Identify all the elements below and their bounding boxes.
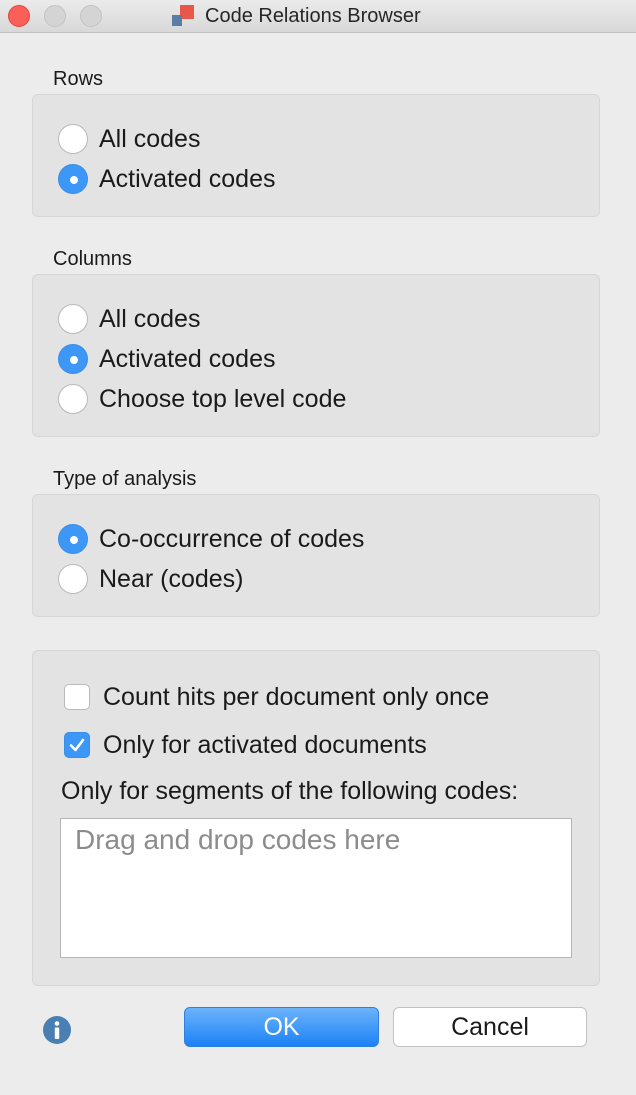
- analysis-group: [32, 494, 600, 617]
- segments-codes-label: Only for segments of the following codes…: [61, 777, 519, 805]
- radio-button[interactable]: [58, 124, 88, 154]
- columns-option-activated-codes-label: Activated codes: [99, 345, 276, 373]
- close-window-button[interactable]: [8, 5, 30, 27]
- checkmark-icon: [69, 738, 85, 752]
- cancel-button[interactable]: Cancel: [393, 1007, 587, 1047]
- rows-option-all-codes[interactable]: All codes: [58, 124, 200, 154]
- drop-area-placeholder: Drag and drop codes here: [75, 824, 401, 855]
- activated-documents-label: Only for activated documents: [103, 731, 427, 759]
- radio-button[interactable]: [58, 384, 88, 414]
- radio-button-selected[interactable]: [58, 164, 88, 194]
- maximize-window-button[interactable]: [80, 5, 102, 27]
- columns-option-all-codes-label: All codes: [99, 305, 201, 333]
- radio-button[interactable]: [58, 304, 88, 334]
- title-bar: Code Relations Browser: [0, 0, 636, 33]
- activated-documents-checkbox[interactable]: [64, 732, 90, 758]
- count-hits-option[interactable]: Count hits per document only once: [64, 682, 489, 712]
- analysis-option-near-label: Near (codes): [99, 565, 244, 593]
- columns-option-all-codes[interactable]: All codes: [58, 304, 200, 334]
- rows-option-all-codes-label: All codes: [99, 125, 201, 153]
- analysis-option-co-occurrence[interactable]: Co-occurrence of codes: [58, 524, 364, 554]
- codes-drop-area[interactable]: Drag and drop codes here: [60, 818, 572, 958]
- count-hits-checkbox[interactable]: [64, 684, 90, 710]
- radio-button[interactable]: [58, 564, 88, 594]
- window-title: Code Relations Browser: [205, 5, 421, 27]
- minimize-window-button[interactable]: [44, 5, 66, 27]
- analysis-section-label: Type of analysis: [53, 468, 197, 490]
- activated-documents-option[interactable]: Only for activated documents: [64, 730, 427, 760]
- rows-section-label: Rows: [53, 68, 104, 90]
- rows-group: [32, 94, 600, 217]
- info-icon[interactable]: [42, 1015, 72, 1045]
- columns-option-choose-top-level-code[interactable]: Choose top level code: [58, 384, 346, 414]
- rows-option-activated-codes-label: Activated codes: [99, 165, 276, 193]
- rows-option-activated-codes[interactable]: Activated codes: [58, 164, 276, 194]
- analysis-option-near[interactable]: Near (codes): [58, 564, 244, 594]
- count-hits-label: Count hits per document only once: [103, 683, 490, 711]
- columns-option-activated-codes[interactable]: Activated codes: [58, 344, 276, 374]
- columns-section-label: Columns: [53, 248, 132, 270]
- columns-option-choose-top-level-code-label: Choose top level code: [99, 385, 347, 413]
- code-relations-app-icon: [172, 5, 196, 27]
- ok-button[interactable]: OK: [184, 1007, 379, 1047]
- radio-button-selected[interactable]: [58, 524, 88, 554]
- analysis-option-co-occurrence-label: Co-occurrence of codes: [99, 525, 365, 553]
- radio-button-selected[interactable]: [58, 344, 88, 374]
